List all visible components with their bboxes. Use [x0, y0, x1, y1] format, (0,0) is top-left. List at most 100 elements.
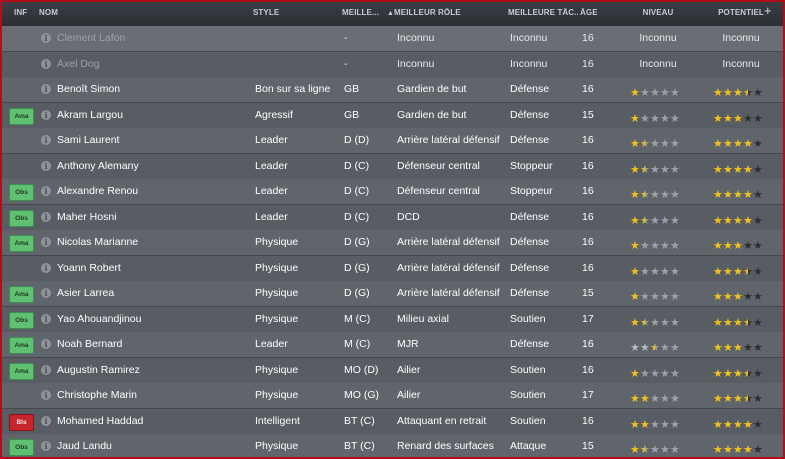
column-header-age[interactable]: ÂGE: [580, 8, 610, 17]
star-rating: ★★★★★: [630, 236, 680, 252]
status-badge[interactable]: Obs: [9, 184, 34, 201]
table-row[interactable]: Ama i Nicolas Marianne Physique D (G) Arrière…: [2, 230, 783, 256]
player-name[interactable]: Mohamed Haddad: [57, 415, 242, 427]
player-name[interactable]: Akram Largou: [57, 109, 242, 121]
table-row[interactable]: Ama i Asier Larrea Physique D (G) Arrière lat…: [2, 281, 783, 307]
status-badge[interactable]: Ama: [9, 286, 34, 303]
info-icon[interactable]: i: [41, 313, 51, 324]
star-rating: ★★★★★: [713, 83, 763, 99]
player-name[interactable]: Asier Larrea: [57, 287, 242, 299]
player-style: Physique: [255, 363, 299, 376]
player-name[interactable]: Sami Laurent: [57, 134, 242, 146]
info-icon[interactable]: i: [41, 33, 51, 43]
player-name[interactable]: Maher Hosni: [57, 211, 242, 223]
star-icon: ★: [640, 418, 650, 431]
star-icon: ★: [723, 163, 733, 176]
player-name[interactable]: Noah Bernard: [57, 338, 242, 350]
table-row[interactable]: i Anthony Alemany Leader D (C) Défenseur cen…: [2, 153, 783, 180]
table-row[interactable]: i Benoît Simon Bon sur sa ligne GB Gardien d…: [2, 77, 783, 103]
star-icon: ★: [660, 393, 670, 405]
info-icon[interactable]: i: [41, 58, 51, 69]
star-icon: ★: [753, 367, 763, 380]
info-icon[interactable]: i: [41, 186, 51, 196]
info-icon[interactable]: i: [41, 84, 51, 94]
player-best-role: Arrière latéral défensif: [397, 261, 500, 274]
player-best-duty: Inconnu: [510, 32, 548, 44]
player-name[interactable]: Axel Dog: [57, 58, 242, 70]
player-age: 16: [582, 159, 594, 172]
star-icon: ★: [660, 342, 670, 354]
info-icon[interactable]: i: [41, 415, 51, 426]
table-row[interactable]: Obs i Alexandre Renou Leader D (C) Défenseur …: [2, 179, 783, 205]
status-badge[interactable]: Ama: [9, 362, 34, 380]
player-name[interactable]: Jaud Landu: [57, 440, 242, 452]
table-row[interactable]: Ama i Akram Largou Agressif GB Gardien de but…: [2, 102, 783, 129]
star-icon: ★: [660, 112, 670, 125]
info-icon[interactable]: i: [41, 441, 51, 451]
star-icon: ★: [640, 393, 650, 405]
table-row[interactable]: Obs i Jaud Landu Physique BT (C) Renard des s…: [2, 434, 783, 457]
table-row[interactable]: i Axel Dog - Inconnu Inconnu 16 Inconnu Inconnu: [2, 51, 783, 78]
info-icon[interactable]: i: [41, 288, 51, 298]
player-best-role: Arrière latéral défensif: [397, 134, 500, 146]
player-best-duty: Inconnu: [510, 57, 548, 70]
add-column-icon[interactable]: +: [764, 4, 772, 17]
table-row[interactable]: i Christophe Marin Physique MO (G) Ailier Sou…: [2, 383, 783, 409]
table-row[interactable]: Obs i Yao Ahouandjinou Physique M (C) Milieu …: [2, 306, 783, 333]
table-row[interactable]: Ama i Noah Bernard Leader M (C) MJR Défense 16 ★…: [2, 332, 783, 358]
column-header-best-role[interactable]: ▲MEILLEUR RÔLE: [387, 8, 507, 17]
column-header-best-duty[interactable]: MEILLEURE TÂC...: [508, 8, 578, 17]
info-icon[interactable]: i: [41, 364, 51, 375]
column-header-style[interactable]: STYLE: [253, 8, 333, 17]
player-best-duty: Soutien: [510, 363, 546, 376]
star-rating: ★★★★★: [630, 338, 680, 354]
status-badge[interactable]: Obs: [9, 311, 34, 329]
column-header-niveau[interactable]: NIVEAU: [622, 8, 694, 17]
info-icon[interactable]: i: [41, 109, 51, 120]
status-badge[interactable]: Ama: [9, 107, 34, 125]
player-name[interactable]: Benoît Simon: [57, 83, 242, 95]
table-row[interactable]: Ama i Augustin Ramirez Physique MO (D) Ailier…: [2, 357, 783, 384]
status-badge[interactable]: Ama: [9, 337, 34, 354]
status-badge[interactable]: Obs: [9, 439, 34, 456]
status-badge[interactable]: Ama: [9, 235, 34, 252]
table-row[interactable]: i Sami Laurent Leader D (D) Arrière latéral …: [2, 128, 783, 154]
star-icon: ★: [743, 138, 753, 150]
table-row[interactable]: i Clement Lafon - Inconnu Inconnu 16 Inconnu In…: [2, 26, 783, 52]
player-name[interactable]: Nicolas Marianne: [57, 236, 242, 248]
star-rating: ★★★★★: [630, 83, 680, 99]
player-name[interactable]: Clement Lafon: [57, 32, 242, 44]
status-badge[interactable]: Bls: [9, 413, 34, 431]
player-name[interactable]: Augustin Ramirez: [57, 364, 242, 376]
info-icon[interactable]: i: [41, 390, 51, 400]
column-header-best-position[interactable]: MEILLE...: [342, 8, 386, 17]
player-name[interactable]: Yoann Robert: [57, 262, 242, 274]
column-header-inf[interactable]: INF: [14, 8, 34, 17]
info-icon[interactable]: i: [41, 160, 51, 171]
info-icon[interactable]: i: [41, 262, 51, 273]
star-icon: ★: [743, 87, 753, 99]
player-name[interactable]: Christophe Marin: [57, 389, 242, 401]
star-icon: ★: [753, 393, 763, 405]
player-best-role: Renard des surfaces: [397, 440, 494, 452]
player-best-role: Ailier: [397, 389, 421, 401]
table-row[interactable]: i Yoann Robert Physique D (G) Arrière latéra…: [2, 255, 783, 282]
player-name[interactable]: Yao Ahouandjinou: [57, 313, 242, 325]
table-row[interactable]: Obs i Maher Hosni Leader D (C) DCD Défense 16 ★★…: [2, 204, 783, 231]
sort-asc-icon: ▲: [387, 10, 395, 17]
info-icon[interactable]: i: [41, 211, 51, 222]
star-icon: ★: [650, 240, 660, 252]
info-icon[interactable]: i: [41, 339, 51, 349]
star-icon: ★: [640, 342, 650, 354]
info-icon[interactable]: i: [41, 237, 51, 247]
player-best-position: BT (C): [344, 440, 375, 452]
status-badge[interactable]: Obs: [9, 209, 34, 227]
column-header-nom[interactable]: NOM: [39, 8, 139, 17]
table-row[interactable]: Bls i Mohamed Haddad Intelligent BT (C) Attaq…: [2, 408, 783, 435]
star-icon: ★: [670, 418, 680, 431]
star-icon: ★: [713, 189, 723, 201]
player-name[interactable]: Alexandre Renou: [57, 185, 242, 197]
star-icon: ★: [733, 444, 743, 456]
player-name[interactable]: Anthony Alemany: [57, 160, 242, 172]
info-icon[interactable]: i: [41, 135, 51, 145]
